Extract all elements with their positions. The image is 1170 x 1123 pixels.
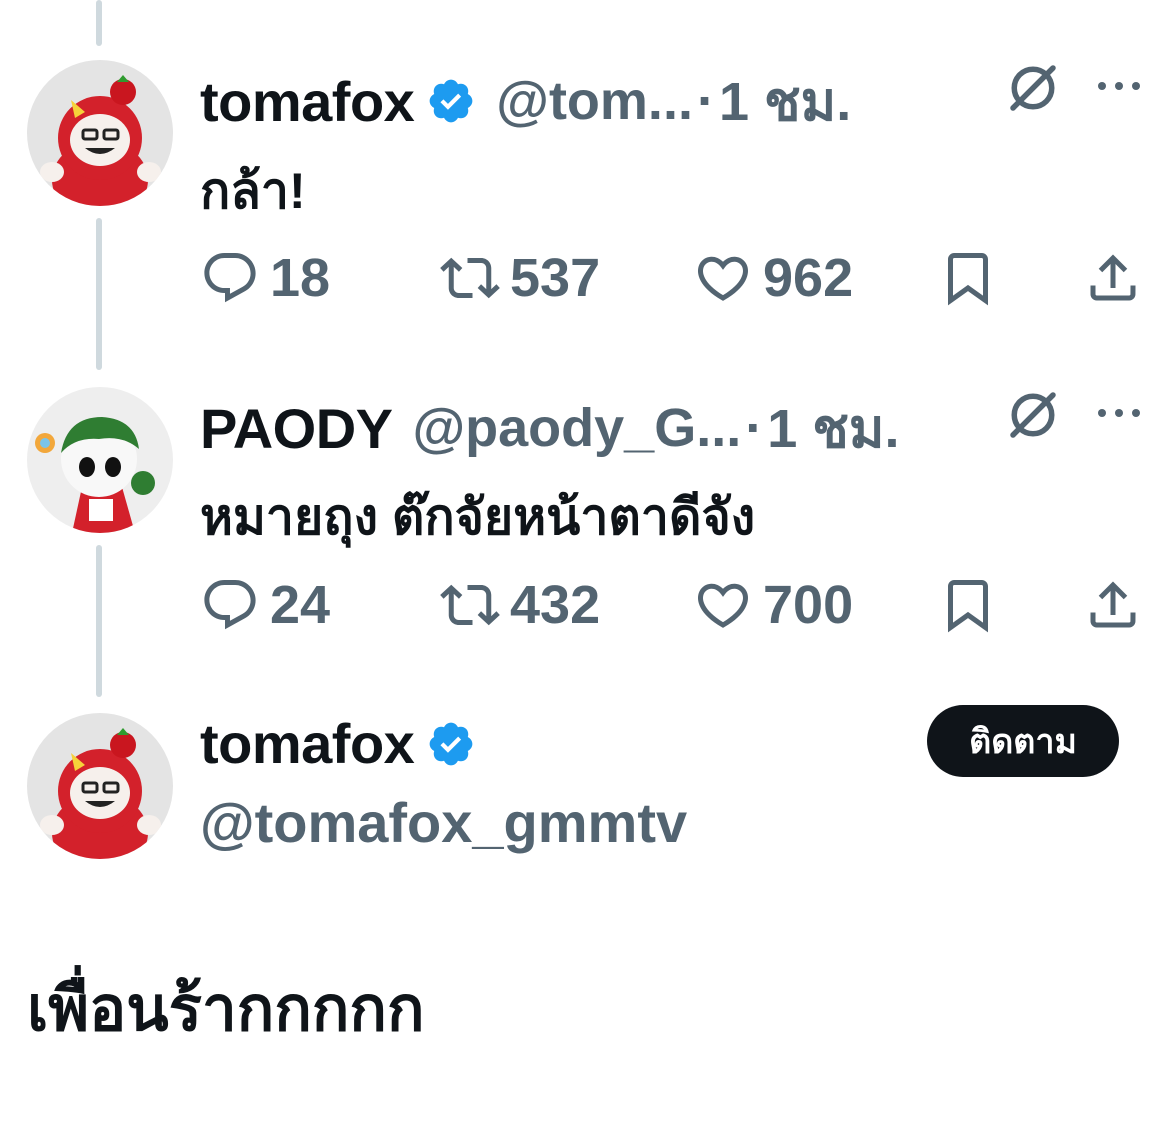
tweet-text: หมายถุง ต๊กจัยหน้าตาดีจัง — [200, 489, 756, 545]
reply-button[interactable]: 24 — [200, 570, 330, 640]
handle[interactable]: @paody_G... — [413, 397, 742, 459]
bookmark-button[interactable] — [938, 570, 998, 640]
timestamp[interactable]: 1 ชม. — [767, 385, 899, 471]
bookmark-button[interactable] — [938, 243, 998, 313]
reply-button[interactable]: 18 — [200, 243, 330, 313]
retweet-icon — [440, 584, 500, 626]
more-icon[interactable] — [1094, 76, 1144, 96]
like-button[interactable]: 700 — [693, 570, 853, 640]
action-bar: 18 537 962 — [200, 243, 1150, 313]
avatar[interactable] — [27, 60, 173, 206]
thread-line-2 — [96, 545, 102, 697]
share-button[interactable] — [1083, 243, 1143, 313]
reply-icon — [204, 253, 256, 303]
post-text: เพื่อนร้ากกกกก — [27, 975, 425, 1044]
like-icon — [697, 583, 749, 628]
grok-icon[interactable] — [1003, 385, 1063, 445]
bookmark-icon — [948, 580, 988, 633]
grok-icon[interactable] — [1003, 58, 1063, 118]
separator-dot: · — [745, 398, 764, 458]
like-button[interactable]: 962 — [693, 243, 853, 313]
avatar[interactable] — [27, 387, 173, 533]
verified-badge-icon — [429, 722, 473, 765]
retweet-button[interactable]: 432 — [440, 570, 600, 640]
display-name[interactable]: PAODY — [200, 396, 393, 461]
display-name[interactable]: tomafox — [200, 711, 415, 776]
separator-dot: · — [696, 71, 715, 131]
share-icon — [1090, 254, 1136, 301]
paody-avatar-icon — [27, 387, 173, 533]
handle[interactable]: @tomafox_gmmtv — [200, 790, 687, 855]
tomafox-avatar-icon — [27, 60, 173, 206]
share-icon — [1090, 581, 1136, 628]
tomafox-avatar-icon — [27, 713, 173, 859]
retweet-icon — [440, 257, 500, 299]
like-count: 962 — [763, 248, 854, 308]
retweet-button[interactable]: 537 — [440, 243, 600, 313]
follow-button[interactable]: ติดตาม — [927, 705, 1119, 777]
display-name[interactable]: tomafox — [200, 69, 415, 134]
reply-count: 24 — [270, 575, 331, 635]
retweet-count: 537 — [510, 248, 601, 308]
handle[interactable]: @tom... — [496, 70, 693, 132]
thread-line-top — [96, 0, 102, 46]
action-bar: 24 432 700 — [200, 570, 1150, 640]
bookmark-icon — [948, 253, 988, 306]
more-icon[interactable] — [1094, 403, 1144, 423]
tweet-text: กล้า! — [200, 163, 306, 219]
retweet-count: 432 — [510, 575, 601, 635]
thread-line-1 — [96, 218, 102, 370]
like-icon — [697, 256, 749, 301]
reply-count: 18 — [270, 248, 331, 308]
avatar[interactable] — [27, 713, 173, 859]
like-count: 700 — [763, 575, 854, 635]
reply-icon — [204, 580, 256, 630]
share-button[interactable] — [1083, 570, 1143, 640]
verified-badge-icon — [429, 79, 473, 123]
timestamp[interactable]: 1 ชม. — [719, 58, 851, 144]
